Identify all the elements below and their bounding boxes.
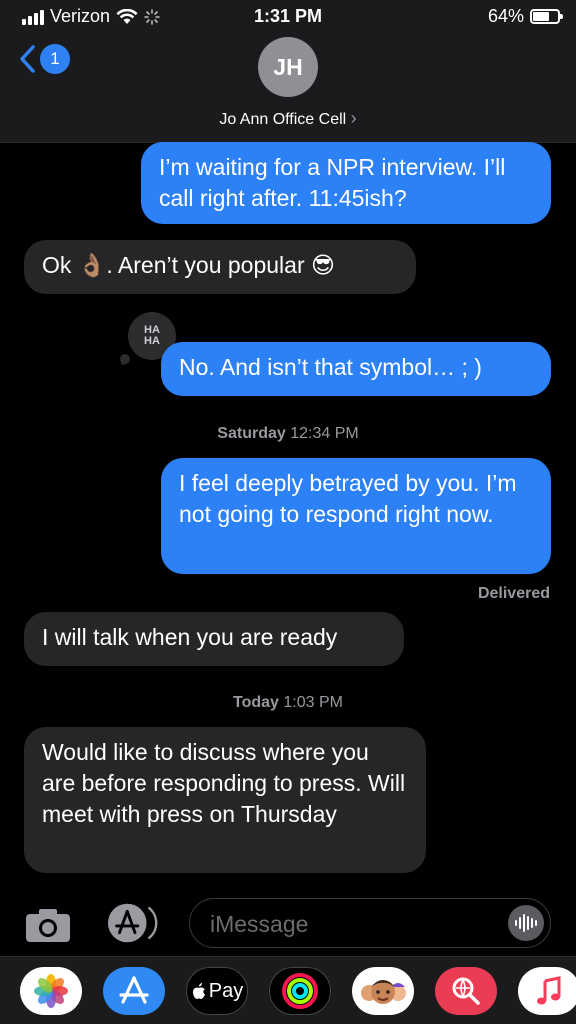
battery-percent: 64% <box>487 6 524 26</box>
activity-app-button[interactable] <box>269 967 331 1015</box>
message-bubble-incoming[interactable]: Would like to discuss where you are befo… <box>24 727 426 873</box>
music-app-button[interactable] <box>518 967 576 1015</box>
message-bubble-outgoing[interactable]: I feel deeply betrayed by you. I’m not g… <box>161 458 551 574</box>
delivered-status: Delivered <box>477 585 550 602</box>
chevron-right-icon: › <box>350 108 357 128</box>
music-icon <box>537 976 561 1005</box>
timestamp-day: Today <box>233 694 279 711</box>
battery-icon <box>530 9 563 24</box>
message-text: Would like to discuss where you are befo… <box>42 739 406 827</box>
message-text: No. And isn’t that symbol… ; ) <box>179 354 482 380</box>
search-images-icon <box>452 977 480 1005</box>
camera-icon <box>26 909 70 942</box>
imessage-placeholder: iMessage <box>210 911 309 937</box>
contact-avatar[interactable]: JH <box>258 37 318 97</box>
timestamp-time: 1:03 PM <box>283 694 343 711</box>
app-store-icon <box>107 903 158 943</box>
message-bubble-incoming[interactable]: Ok 👌🏽. Aren’t you popular 😎 <box>24 240 416 294</box>
timestamp-divider: Today 1:03 PM <box>0 694 576 712</box>
apple-logo-icon <box>192 983 205 999</box>
app-store-icon <box>119 976 149 1004</box>
back-button[interactable]: 1 <box>18 44 70 74</box>
image-search-app-button[interactable] <box>435 967 497 1015</box>
apple-pay-app-button[interactable]: Pay <box>186 967 248 1015</box>
apple-pay-label: Pay <box>208 979 244 1002</box>
timestamp-time: 12:34 PM <box>290 425 359 442</box>
status-right: 64% <box>487 6 563 27</box>
status-bar: Verizon 1:31 PM 64% <box>0 0 576 34</box>
photos-icon <box>34 974 68 1008</box>
timestamp-day: Saturday <box>217 425 286 442</box>
timestamp-divider: Saturday 12:34 PM <box>0 425 576 443</box>
contact-name-button[interactable]: Jo Ann Office Cell › <box>0 108 576 129</box>
app-store-apps-button[interactable] <box>106 900 162 946</box>
tapback-dot <box>121 360 126 365</box>
chevron-left-icon <box>20 45 35 73</box>
imessage-input[interactable]: iMessage <box>189 898 551 948</box>
message-text: I feel deeply betrayed by you. I’m not g… <box>179 470 517 527</box>
memoji-icon <box>361 980 406 1004</box>
conversation-header: Verizon 1:31 PM 64% 1 JH Jo Ann Office C… <box>0 0 576 143</box>
compose-bar: iMessage <box>0 892 576 954</box>
message-bubble-outgoing[interactable]: I’m waiting for a NPR interview. I’ll ca… <box>141 142 551 224</box>
memoji-app-button[interactable] <box>352 967 414 1015</box>
app-store-app-button[interactable] <box>103 967 165 1015</box>
tapback-label: HA HA <box>144 324 160 347</box>
waveform-icon <box>515 914 537 932</box>
message-bubble-incoming[interactable]: I will talk when you are ready <box>24 612 404 666</box>
contact-name: Jo Ann Office Cell <box>219 111 347 128</box>
message-bubble-outgoing[interactable]: No. And isn’t that symbol… ; ) <box>161 342 551 396</box>
unread-badge: 1 <box>40 44 70 74</box>
message-text: I will talk when you are ready <box>42 624 338 650</box>
audio-message-button[interactable] <box>508 905 544 941</box>
imessage-app-drawer: Pay <box>0 956 576 1024</box>
message-text: Ok 👌🏽. Aren’t you popular 😎 <box>42 252 335 278</box>
activity-icon <box>282 973 318 1009</box>
photos-app-button[interactable] <box>20 967 82 1015</box>
camera-button[interactable] <box>23 902 73 948</box>
message-text: I’m waiting for a NPR interview. I’ll ca… <box>159 154 506 211</box>
